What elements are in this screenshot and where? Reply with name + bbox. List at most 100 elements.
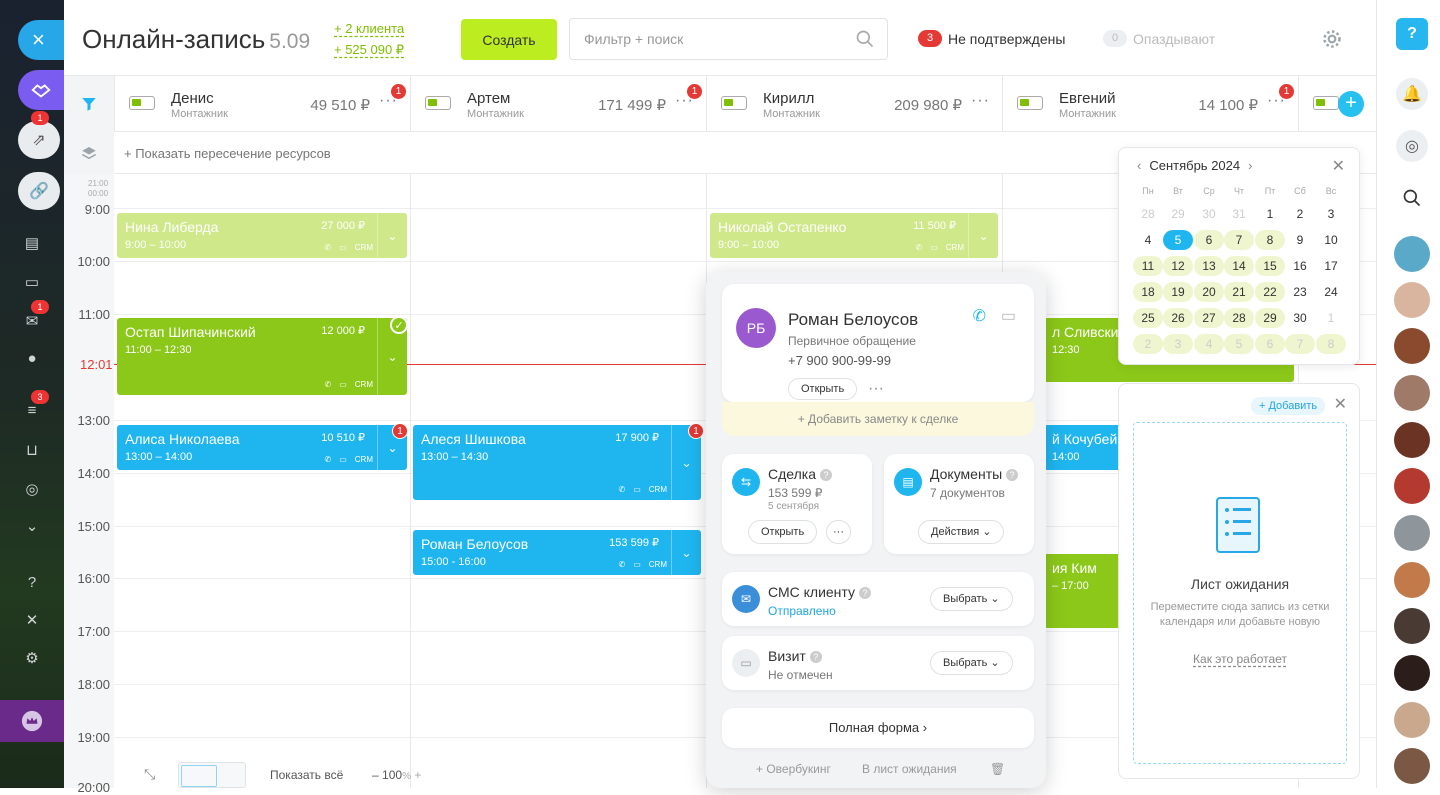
calendar-day[interactable]: 29	[1255, 308, 1285, 328]
resource-column[interactable]: Кирилл Монтажник 209 980 ₽ ···	[706, 76, 1002, 132]
calendar-day[interactable]: 7	[1285, 334, 1315, 354]
calendar-day[interactable]: 10	[1316, 230, 1346, 250]
calendar-day[interactable]: 2	[1285, 204, 1315, 224]
calendar-day[interactable]: 21	[1224, 282, 1254, 302]
calendar-day[interactable]: 23	[1285, 282, 1315, 302]
search-input[interactable]: Фильтр + поиск	[569, 18, 888, 60]
search-icon[interactable]	[1396, 182, 1428, 214]
chevron-down-icon[interactable]: ⌄	[22, 516, 42, 536]
target-icon[interactable]: ◎	[22, 479, 42, 499]
collapse-icon[interactable]: ⤡	[144, 766, 155, 783]
chevron-down-icon[interactable]: ⌄	[377, 213, 407, 258]
more-icon[interactable]: ···	[971, 92, 990, 110]
chat-icon[interactable]: ▭	[1001, 306, 1016, 326]
avatar[interactable]	[1394, 236, 1430, 272]
waitlist-dropzone[interactable]	[1133, 422, 1347, 764]
calendar-day[interactable]: 14	[1224, 256, 1254, 276]
appointment-card[interactable]: Остап Шипачинский 11:00 – 12:30 12 000 ₽…	[117, 318, 407, 395]
calendar-day[interactable]: 29	[1163, 204, 1193, 224]
create-button[interactable]: Создать	[461, 19, 557, 60]
avatar[interactable]	[1394, 655, 1430, 691]
unconfirmed-filter[interactable]: 3 Не подтверждены	[918, 30, 1065, 47]
calendar-day[interactable]: 20	[1194, 282, 1224, 302]
show-overlap-link[interactable]: + Показать пересечение ресурсов	[124, 146, 331, 161]
calendar-day[interactable]: 30	[1194, 204, 1224, 224]
mail-icon[interactable]: ✉	[22, 311, 42, 331]
avatar[interactable]	[1394, 375, 1430, 411]
calendar-day[interactable]: 27	[1194, 308, 1224, 328]
sidebar-item-handshake[interactable]	[18, 70, 64, 110]
visit-select-button[interactable]: Выбрать ⌄	[930, 651, 1013, 675]
calendar-day[interactable]: 12	[1163, 256, 1193, 276]
minimap[interactable]	[178, 762, 246, 788]
calendar-day[interactable]: 22	[1255, 282, 1285, 302]
bell-icon[interactable]: 🔔	[1396, 78, 1428, 110]
appointment-card[interactable]: Николай Остапенко 9:00 – 10:00 11 500 ₽ …	[710, 213, 998, 258]
to-waitlist-button[interactable]: В лист ожидания	[862, 762, 957, 776]
filter-icon[interactable]	[64, 76, 114, 132]
open-client-button[interactable]: Открыть	[788, 378, 858, 400]
layers-icon[interactable]	[64, 132, 114, 174]
appointment-card[interactable]: Алиса Николаева 13:00 – 14:00 10 510 ₽ ✆…	[117, 425, 407, 470]
avatar[interactable]	[1394, 422, 1430, 458]
resource-column[interactable]: Денис Монтажник 49 510 ₽ ··· 1	[114, 76, 410, 132]
calendar-day[interactable]: 2	[1133, 334, 1163, 354]
full-form-button[interactable]: Полная форма ›	[722, 708, 1034, 748]
calendar-day[interactable]: 6	[1194, 230, 1224, 250]
calendar-day[interactable]: 26	[1163, 308, 1193, 328]
calendar-day[interactable]: 8	[1255, 230, 1285, 250]
calendar-day[interactable]: 13	[1194, 256, 1224, 276]
avatar[interactable]	[1394, 468, 1430, 504]
calendar-day[interactable]: 9	[1285, 230, 1315, 250]
close-icon[interactable]: ✕	[1332, 156, 1345, 176]
avatar[interactable]	[1394, 328, 1430, 364]
calendar-day[interactable]: 30	[1285, 308, 1315, 328]
calendar-day[interactable]: 24	[1316, 282, 1346, 302]
overbooking-button[interactable]: + Овербукинг	[756, 762, 831, 776]
stat-amount[interactable]: + 525 090 ₽	[334, 39, 404, 60]
calendar-day[interactable]: 5	[1224, 334, 1254, 354]
avatar[interactable]	[1394, 515, 1430, 551]
avatar[interactable]	[1394, 608, 1430, 644]
calendar-day[interactable]: 3	[1316, 204, 1346, 224]
docs-actions-button[interactable]: Действия ⌄	[918, 520, 1005, 544]
late-filter[interactable]: 0 Опаздывают	[1103, 30, 1215, 47]
open-deal-button[interactable]: Открыть	[748, 520, 818, 544]
chevron-left-icon[interactable]: ‹	[1137, 158, 1141, 173]
calendar-day[interactable]: 3	[1163, 334, 1193, 354]
trash-icon[interactable]: 🗑	[990, 762, 1005, 776]
chevron-down-icon[interactable]: ⌄	[968, 213, 998, 258]
chevron-down-icon[interactable]: ⌄	[671, 530, 701, 575]
add-note-button[interactable]: + Добавить заметку к сделке	[722, 402, 1034, 436]
zoom-control[interactable]: – 100% +	[372, 768, 421, 782]
calendar-day[interactable]: 7	[1224, 230, 1254, 250]
close-button[interactable]: ×	[18, 20, 64, 60]
calendar-day[interactable]: 16	[1285, 256, 1315, 276]
gear-icon[interactable]: ⚙	[22, 648, 42, 668]
link-icon[interactable]: 🔗	[18, 172, 60, 210]
calendar-day[interactable]: 28	[1224, 308, 1254, 328]
appointment-card[interactable]: Алеся Шишкова 13:00 – 14:30 17 900 ₽ ✆ ▭ C…	[413, 425, 701, 500]
gear-icon[interactable]	[1322, 29, 1342, 49]
calendar-day[interactable]: 18	[1133, 282, 1163, 302]
calendar-day[interactable]: 25	[1133, 308, 1163, 328]
calendar-day[interactable]: 17	[1316, 256, 1346, 276]
external-link-icon[interactable]: ⇗	[18, 121, 60, 159]
crown-icon[interactable]	[0, 700, 64, 742]
calendar-day[interactable]: 8	[1316, 334, 1346, 354]
cart-icon[interactable]: ⊔	[22, 440, 42, 460]
calendar-day[interactable]: 19	[1163, 282, 1193, 302]
resource-column[interactable]: Артем Монтажник 171 499 ₽ ··· 1	[410, 76, 706, 132]
calendar-day[interactable]: 6	[1255, 334, 1285, 354]
users-icon[interactable]: ●	[22, 348, 42, 368]
calendar-day[interactable]: 5	[1163, 230, 1193, 250]
more-icon[interactable]: ···	[826, 520, 851, 544]
show-all-button[interactable]: Показать всё	[270, 768, 343, 782]
calendar-day[interactable]: 4	[1194, 334, 1224, 354]
help-icon[interactable]: ?	[1396, 18, 1428, 50]
chevron-right-icon[interactable]: ›	[1248, 158, 1252, 173]
help-icon[interactable]: ?	[22, 572, 42, 592]
calendar-day[interactable]: 11	[1133, 256, 1163, 276]
calendar-day[interactable]: 15	[1255, 256, 1285, 276]
stat-clients[interactable]: + 2 клиента	[334, 18, 404, 39]
